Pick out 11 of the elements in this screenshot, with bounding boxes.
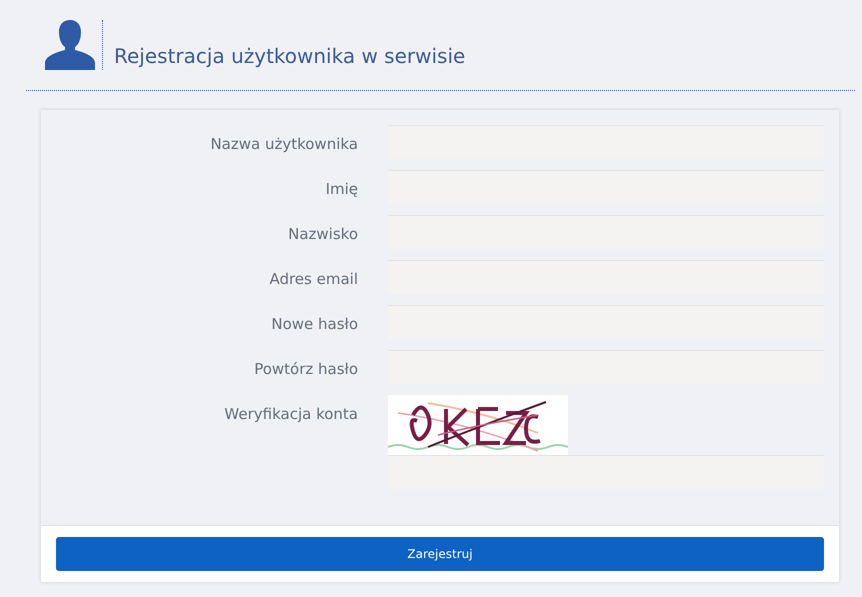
user-icon <box>45 20 95 70</box>
page-title: Rejestracja użytkownika w serwisie <box>114 44 466 68</box>
input-field[interactable] <box>388 455 824 489</box>
field-label: Powtórz hasło <box>253 359 358 380</box>
field-label: Nowe hasło <box>270 314 358 335</box>
field-label: Adres email <box>268 269 358 290</box>
field-label: Nazwa użytkownika <box>209 134 358 155</box>
register-button[interactable]: Zarejestruj <box>56 537 824 571</box>
field-label: Imię <box>324 179 358 200</box>
field-label: Nazwisko <box>287 224 358 245</box>
field-label: Weryfikacja konta <box>223 404 358 425</box>
